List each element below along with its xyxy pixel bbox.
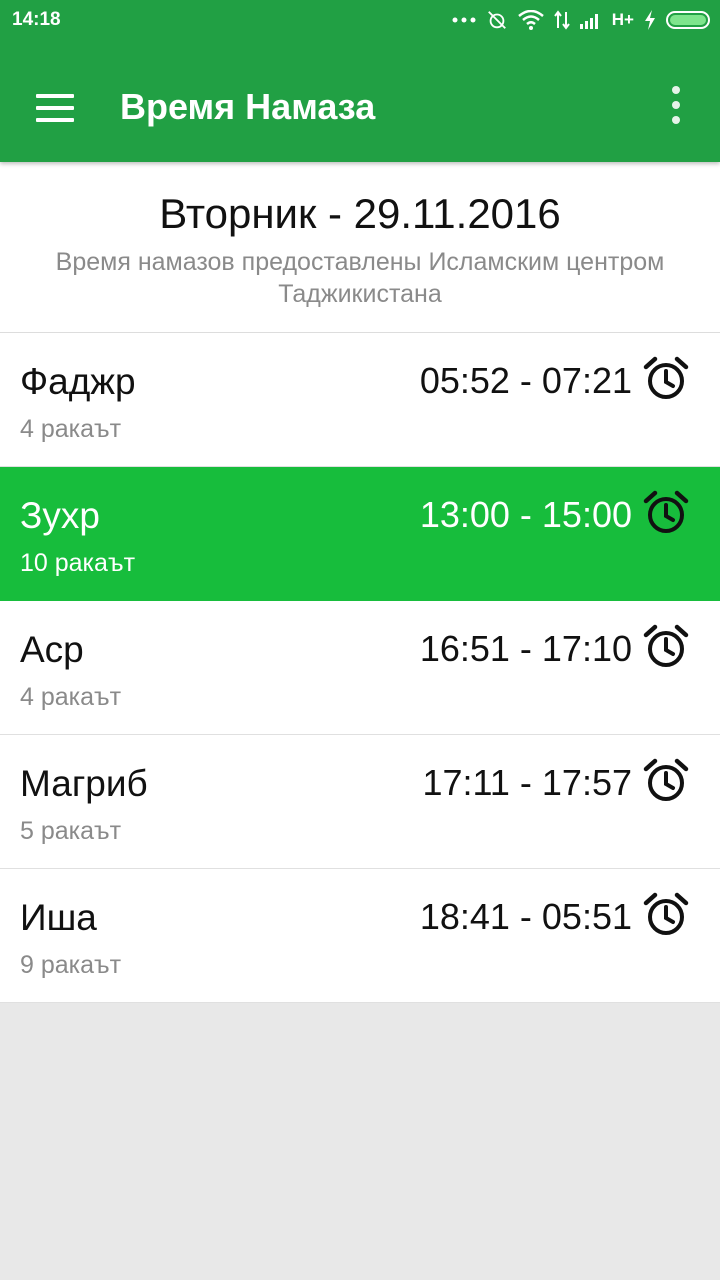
prayer-time: 18:41 - 05:51 — [419, 896, 632, 937]
status-time: 14:18 — [12, 9, 61, 30]
prayer-name: Иша — [20, 897, 97, 938]
prayer-time: 17:11 - 17:57 — [422, 762, 633, 803]
date-title: Вторник - 29.11.2016 — [159, 190, 561, 237]
date-header: Вторник - 29.11.2016 Время намазов предо… — [0, 162, 720, 333]
status-bar: 14:18 H+ — [0, 0, 720, 40]
alarm-off-icon — [487, 11, 506, 29]
more-options-icon[interactable] — [660, 86, 692, 126]
prayer-list: Фаджр 4 ракаът 05:52 - 07:21 Зухр 10 рак… — [0, 333, 720, 1003]
prayer-time: 05:52 - 07:21 — [419, 360, 632, 401]
battery-icon — [666, 11, 710, 29]
signal-icon — [579, 14, 598, 29]
alarm-clock-icon[interactable] — [642, 757, 690, 805]
status-icons: H+ — [452, 8, 710, 32]
prayer-name: Фаджр — [20, 361, 136, 402]
prayer-name: Аср — [20, 629, 84, 670]
prayer-rakat: 4 ракаът — [20, 683, 122, 711]
prayer-rakat: 4 ракаът — [20, 415, 122, 443]
prayer-name: Зухр — [20, 495, 100, 536]
prayer-row-asr[interactable]: Аср 4 ракаът 16:51 - 17:10 — [0, 601, 720, 735]
alarm-clock-icon[interactable] — [642, 489, 690, 537]
more-dots-icon — [452, 17, 476, 23]
alarm-clock-icon[interactable] — [642, 891, 690, 939]
prayer-row-dhuhr[interactable]: Зухр 10 ракаът 13:00 - 15:00 — [0, 467, 720, 601]
app-title: Время Намаза — [120, 86, 376, 127]
app-bar: 14:18 H+ Время Намаза — [0, 0, 720, 162]
toolbar: Время Намаза — [0, 56, 720, 160]
alarm-clock-icon[interactable] — [642, 623, 690, 671]
source-note: Время намазов предоставлены Исламским це… — [55, 248, 665, 308]
prayer-row-maghrib[interactable]: Магриб 5 ракаът 17:11 - 17:57 — [0, 735, 720, 869]
data-transfer-icon — [553, 10, 570, 30]
prayer-time: 16:51 - 17:10 — [419, 628, 632, 669]
charging-icon — [645, 10, 655, 30]
prayer-rakat: 9 ракаът — [20, 951, 122, 979]
network-type: H+ — [611, 10, 634, 29]
prayer-row-fajr[interactable]: Фаджр 4 ракаът 05:52 - 07:21 — [0, 333, 720, 467]
prayer-rakat: 10 ракаът — [20, 549, 136, 577]
prayer-row-isha[interactable]: Иша 9 ракаът 18:41 - 05:51 — [0, 869, 720, 1003]
alarm-clock-icon[interactable] — [642, 355, 690, 403]
prayer-name: Магриб — [20, 763, 148, 804]
wifi-icon — [517, 10, 544, 30]
menu-icon[interactable] — [36, 94, 76, 122]
prayer-rakat: 5 ракаът — [20, 817, 122, 845]
prayer-time: 13:00 - 15:00 — [419, 494, 632, 535]
